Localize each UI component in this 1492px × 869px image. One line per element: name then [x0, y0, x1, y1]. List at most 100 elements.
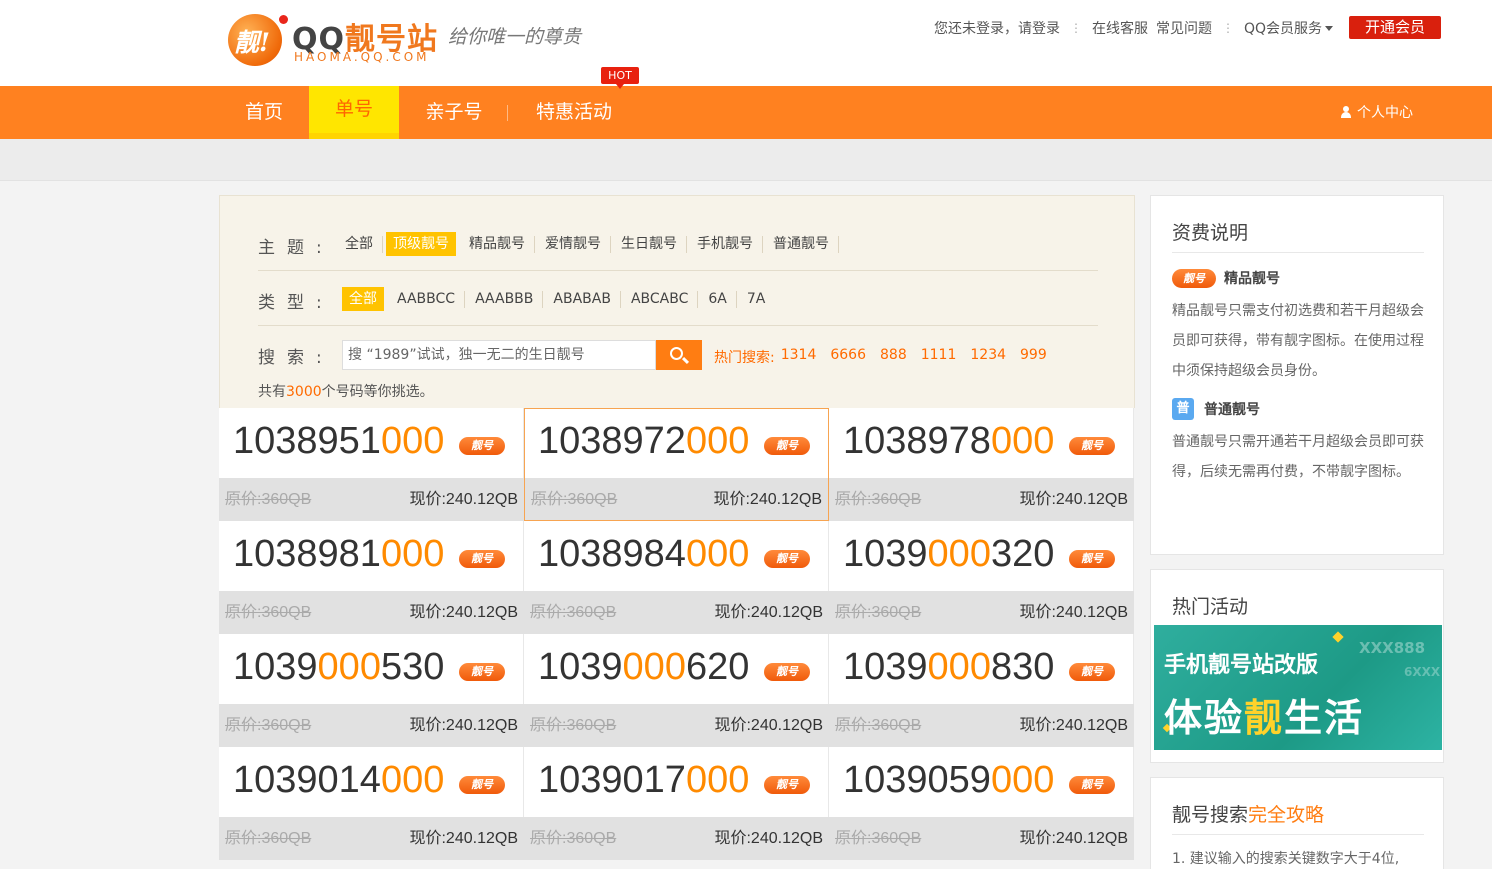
hot-search-term[interactable]: 1111 [921, 347, 957, 367]
number-card[interactable]: 1039014000 靓号 原价:360QB 现价:240.12QB [219, 747, 524, 860]
current-price: 现价:240.12QB [713, 491, 822, 508]
number-highlight: 000 [990, 420, 1055, 462]
banner-slogan-b: 靓 [1244, 696, 1285, 740]
gray-band [0, 139, 1492, 181]
current-price: 现价:240.12QB [409, 491, 518, 508]
normal-heading: 普 普通靓号 [1172, 398, 1260, 420]
site-logo[interactable]: 靓! QQ靓号站 HAOMA.QQ.COM 给你唯一的尊贵 [228, 12, 588, 68]
number-prefix: 1038981 [233, 533, 381, 575]
nav-special-offers[interactable]: 特惠活动 [520, 86, 628, 139]
hot-search-term[interactable]: 888 [880, 347, 907, 367]
number-card[interactable]: 1039000830 靓号 原价:360QB 现价:240.12QB [829, 634, 1134, 747]
fees-title: 资费说明 [1172, 222, 1249, 244]
number-highlight: 000 [685, 420, 750, 462]
nav-home[interactable]: 首页 [228, 86, 300, 139]
premium-badge-icon: 靓号 [1172, 268, 1216, 288]
original-price: 原价:360QB [225, 491, 312, 508]
type-option[interactable]: AABBCC [390, 287, 466, 311]
chevron-down-icon[interactable] [1325, 25, 1334, 31]
type-option[interactable]: 6A [701, 287, 738, 311]
price-bar: 原价:360QB 现价:240.12QB [219, 478, 524, 521]
number-prefix: 1039 [843, 646, 928, 688]
theme-option[interactable]: 生日靓号 [614, 232, 687, 256]
premium-badge-icon: 靓号 [764, 776, 810, 794]
type-option[interactable]: ABCABC [624, 287, 699, 311]
hot-search-term[interactable]: 6666 [830, 347, 866, 367]
original-price: 原价:360QB [225, 830, 312, 847]
number-highlight: 000 [380, 759, 445, 801]
online-service-link[interactable]: 在线客服 [1092, 18, 1148, 38]
number-card[interactable]: 1039059000 靓号 原价:360QB 现价:240.12QB [829, 747, 1134, 860]
theme-option-selected[interactable]: 顶级靓号 [386, 232, 456, 256]
search-icon-handle [681, 356, 690, 365]
number-card[interactable]: 1038972000 靓号 原价:360QB 现价:240.12QB [524, 408, 829, 521]
original-price: 原价:360QB [835, 604, 922, 621]
guide-tip: 1. 建议输入的搜索关键数字大于4位, [1172, 851, 1400, 867]
hot-search-term[interactable]: 999 [1020, 347, 1047, 367]
theme-option[interactable]: 爱情靓号 [538, 232, 611, 256]
vip-service-dropdown[interactable]: QQ会员服务 [1244, 18, 1322, 38]
personal-center-link[interactable]: 个人中心 [1340, 102, 1413, 122]
premium-badge-icon: 靓号 [459, 776, 505, 794]
price-bar: 原价:360QB 现价:240.12QB [829, 478, 1134, 521]
open-vip-button[interactable]: 开通会员 [1349, 16, 1441, 39]
current-price: 现价:240.12QB [1019, 717, 1128, 734]
price-bar: 原价:360QB 现价:240.12QB [525, 478, 828, 520]
filter-panel: 主题: 全部 顶级靓号 精品靓号 爱情靓号 生日靓号 手机靓号 普通靓号 类型:… [219, 195, 1135, 408]
number-prefix: 1038984 [538, 533, 686, 575]
main-nav: 首页 单号 亲子号 特惠活动 [0, 86, 1492, 139]
logo-badge-text: 靓! [234, 28, 270, 57]
original-price: 原价:360QB [835, 717, 922, 734]
current-price: 现价:240.12QB [1019, 830, 1128, 847]
number-highlight: 000 [927, 533, 991, 575]
number-card[interactable]: 1039000620 靓号 原价:360QB 现价:240.12QB [524, 634, 829, 747]
number-card[interactable]: 1038951000 靓号 原价:360QB 现价:240.12QB [219, 408, 524, 521]
personal-center-label: 个人中心 [1357, 105, 1413, 121]
price-bar: 原价:360QB 现价:240.12QB [524, 704, 829, 747]
activity-banner[interactable]: XXX888 6XXX 手机靓号站改版 体验靓生活 [1154, 625, 1442, 750]
activity-title: 热门活动 [1172, 596, 1249, 618]
guide-title-a: 靓号搜索 [1172, 804, 1249, 826]
hot-search-term[interactable]: 1234 [970, 347, 1006, 367]
premium-badge-icon: 靓号 [459, 437, 505, 455]
theme-option[interactable]: 全部 [338, 232, 383, 256]
number-card[interactable]: 1039000530 靓号 原价:360QB 现价:240.12QB [219, 634, 524, 747]
original-price: 原价:360QB [530, 830, 617, 847]
search-button[interactable] [656, 340, 702, 370]
premium-badge-icon: 靓号 [764, 663, 810, 681]
type-option[interactable]: ABABAB [546, 287, 621, 311]
theme-option[interactable]: 手机靓号 [690, 232, 763, 256]
number-card[interactable]: 1038978000 靓号 原价:360QB 现价:240.12QB [829, 408, 1134, 521]
login-link[interactable]: 您还未登录，请登录 [934, 18, 1060, 38]
number-highlight: 000 [380, 533, 445, 575]
theme-option[interactable]: 精品靓号 [462, 232, 535, 256]
number-prefix: 1038972 [538, 420, 686, 462]
number-card[interactable]: 1038984000 靓号 原价:360QB 现价:240.12QB [524, 521, 829, 634]
theme-option[interactable]: 普通靓号 [766, 232, 839, 256]
nav-parent-child[interactable]: 亲子号 [409, 86, 499, 139]
faq-link[interactable]: 常见问题 [1156, 18, 1212, 38]
qq-number: 1038984000 [538, 533, 749, 576]
number-card[interactable]: 1038981000 靓号 原价:360QB 现价:240.12QB [219, 521, 524, 634]
type-option-selected[interactable]: 全部 [342, 287, 384, 311]
normal-badge-icon: 普 [1172, 398, 1194, 420]
hot-search-term[interactable]: 1314 [781, 347, 817, 367]
type-option[interactable]: 7A [740, 287, 772, 311]
guide-title[interactable]: 靓号搜索完全攻略 [1172, 800, 1324, 827]
current-price: 现价:240.12QB [1019, 491, 1128, 508]
number-prefix: 1039 [233, 646, 318, 688]
panel-divider [1172, 252, 1424, 253]
banner-headline: 手机靓号站改版 [1164, 653, 1319, 678]
top-links: 您还未登录，请登录 ⋮ 在线客服 常见问题 ⋮ QQ会员服务 [934, 18, 1334, 38]
nav-single-number[interactable]: 单号 [309, 86, 399, 139]
number-card[interactable]: 1039017000 靓号 原价:360QB 现价:240.12QB [524, 747, 829, 860]
sparkle-icon [1332, 631, 1344, 643]
search-input[interactable]: 搜 “1989”试试，独一无二的生日靓号 [342, 340, 656, 370]
type-option[interactable]: AAABBB [468, 287, 544, 311]
number-card[interactable]: 1039000320 靓号 原价:360QB 现价:240.12QB [829, 521, 1134, 634]
type-options: 全部 AABBCC AAABBB ABABAB ABCABC 6A 7A [338, 287, 772, 311]
banner-slogan-c: 生活 [1284, 696, 1365, 740]
number-highlight: 000 [622, 646, 686, 688]
count-value: 3000 [286, 384, 322, 400]
original-price: 原价:360QB [530, 604, 617, 621]
